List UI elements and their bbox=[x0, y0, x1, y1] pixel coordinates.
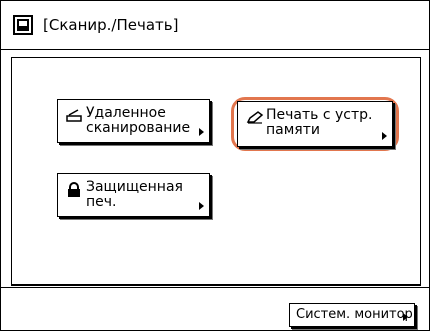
header-divider bbox=[1, 49, 429, 50]
page-title: [Сканир./Печать] bbox=[43, 16, 179, 34]
remote-scan-label: Удаленное сканирование bbox=[86, 105, 191, 136]
scanner-icon bbox=[66, 109, 82, 122]
lock-icon bbox=[68, 182, 80, 197]
footer-divider bbox=[1, 287, 429, 288]
system-monitor-label: Систем. монитор bbox=[296, 307, 413, 322]
content-panel bbox=[11, 57, 421, 286]
chevron-right-icon bbox=[199, 128, 204, 136]
chevron-right-icon bbox=[199, 202, 204, 210]
memory-print-label: Печать с устр. памяти bbox=[266, 107, 373, 138]
secure-print-label: Защищенная печ. bbox=[86, 179, 183, 210]
remote-scan-button[interactable]: Удаленное сканирование bbox=[57, 99, 210, 143]
header: [Сканир./Печать] bbox=[13, 15, 178, 35]
chevron-right-icon bbox=[382, 132, 387, 140]
system-monitor-button[interactable]: Систем. монитор bbox=[289, 303, 415, 327]
device-screen: [Сканир./Печать] Удаленное сканирование … bbox=[0, 0, 430, 331]
memory-print-button[interactable]: Печать с устр. памяти bbox=[237, 101, 393, 147]
secure-print-button[interactable]: Защищенная печ. bbox=[57, 173, 210, 217]
pencil-icon bbox=[246, 111, 264, 124]
scan-print-icon bbox=[13, 15, 33, 35]
chevron-right-icon bbox=[403, 313, 408, 321]
